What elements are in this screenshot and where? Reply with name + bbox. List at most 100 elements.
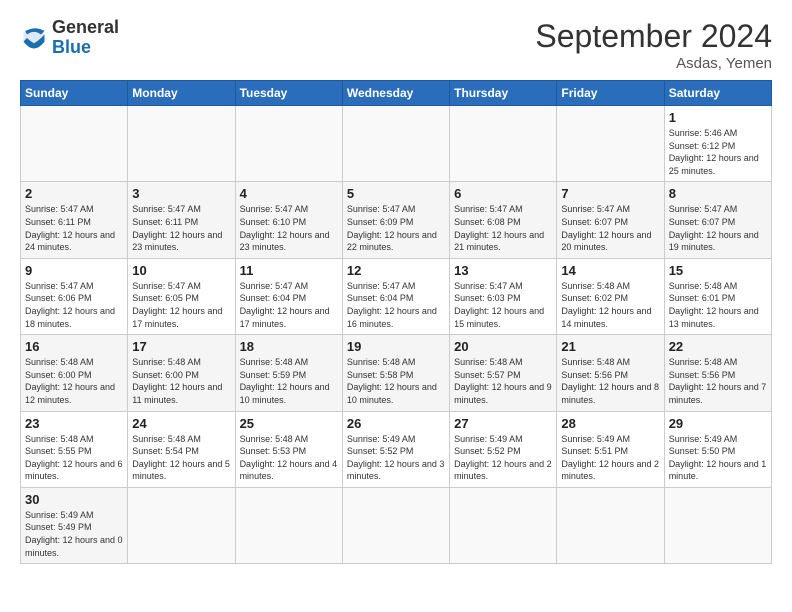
calendar-week-2: 9 Sunrise: 5:47 AM Sunset: 6:06 PM Daylig… xyxy=(21,258,772,334)
day-number: 6 xyxy=(454,186,552,201)
day-info: Sunrise: 5:48 AM Sunset: 5:55 PM Dayligh… xyxy=(25,433,123,483)
calendar-cell xyxy=(664,487,771,563)
calendar-cell: 18 Sunrise: 5:48 AM Sunset: 5:59 PM Dayli… xyxy=(235,335,342,411)
calendar-cell: 7 Sunrise: 5:47 AM Sunset: 6:07 PM Daylig… xyxy=(557,182,664,258)
day-info: Sunrise: 5:48 AM Sunset: 5:56 PM Dayligh… xyxy=(669,356,767,406)
day-info: Sunrise: 5:49 AM Sunset: 5:52 PM Dayligh… xyxy=(347,433,445,483)
calendar-cell: 8Sunrise: 5:47 AM Sunset: 6:07 PM Daylig… xyxy=(664,182,771,258)
calendar-cell: 21Sunrise: 5:48 AM Sunset: 5:56 PM Dayli… xyxy=(557,335,664,411)
calendar-cell: 9 Sunrise: 5:47 AM Sunset: 6:06 PM Daylig… xyxy=(21,258,128,334)
header: General Blue September 2024 Asdas, Yemen xyxy=(20,18,772,72)
day-info: Sunrise: 5:46 AM Sunset: 6:12 PM Dayligh… xyxy=(669,127,767,177)
day-info: Sunrise: 5:48 AM Sunset: 6:00 PM Dayligh… xyxy=(25,356,123,406)
day-info: Sunrise: 5:48 AM Sunset: 5:59 PM Dayligh… xyxy=(240,356,338,406)
day-number: 30 xyxy=(25,492,123,507)
calendar-cell: 16 Sunrise: 5:48 AM Sunset: 6:00 PM Dayli… xyxy=(21,335,128,411)
header-saturday: Saturday xyxy=(664,81,771,106)
day-number: 15 xyxy=(669,263,767,278)
calendar-body: 1Sunrise: 5:46 AM Sunset: 6:12 PM Daylig… xyxy=(21,106,772,564)
day-number: 22 xyxy=(669,339,767,354)
day-info: Sunrise: 5:47 AM Sunset: 6:10 PM Dayligh… xyxy=(240,203,338,253)
day-number: 21 xyxy=(561,339,659,354)
day-number: 7 xyxy=(561,186,659,201)
calendar-cell: 28 Sunrise: 5:49 AM Sunset: 5:51 PM Dayli… xyxy=(557,411,664,487)
day-info: Sunrise: 5:48 AM Sunset: 5:57 PM Dayligh… xyxy=(454,356,552,406)
header-row: Sunday Monday Tuesday Wednesday Thursday… xyxy=(21,81,772,106)
calendar-cell xyxy=(21,106,128,182)
logo-blue: Blue xyxy=(52,37,91,57)
location: Asdas, Yemen xyxy=(535,55,772,72)
calendar-cell: 15 Sunrise: 5:48 AM Sunset: 6:01 PM Dayli… xyxy=(664,258,771,334)
day-number: 3 xyxy=(132,186,230,201)
calendar-cell xyxy=(342,106,449,182)
day-info: Sunrise: 5:47 AM Sunset: 6:04 PM Dayligh… xyxy=(347,280,445,330)
day-number: 23 xyxy=(25,416,123,431)
header-monday: Monday xyxy=(128,81,235,106)
calendar-cell xyxy=(128,487,235,563)
calendar-cell: 30Sunrise: 5:49 AM Sunset: 5:49 PM Dayli… xyxy=(21,487,128,563)
calendar-cell: 26 Sunrise: 5:49 AM Sunset: 5:52 PM Dayli… xyxy=(342,411,449,487)
calendar-cell xyxy=(128,106,235,182)
calendar-week-0: 1Sunrise: 5:46 AM Sunset: 6:12 PM Daylig… xyxy=(21,106,772,182)
day-info: Sunrise: 5:47 AM Sunset: 6:05 PM Dayligh… xyxy=(132,280,230,330)
day-number: 5 xyxy=(347,186,445,201)
logo: General Blue xyxy=(20,18,119,58)
day-info: Sunrise: 5:48 AM Sunset: 5:58 PM Dayligh… xyxy=(347,356,445,406)
calendar-cell xyxy=(557,106,664,182)
day-info: Sunrise: 5:49 AM Sunset: 5:52 PM Dayligh… xyxy=(454,433,552,483)
calendar-cell xyxy=(450,487,557,563)
calendar-cell: 10Sunrise: 5:47 AM Sunset: 6:05 PM Dayli… xyxy=(128,258,235,334)
calendar-cell xyxy=(235,106,342,182)
calendar-cell: 25Sunrise: 5:48 AM Sunset: 5:53 PM Dayli… xyxy=(235,411,342,487)
day-number: 19 xyxy=(347,339,445,354)
day-info: Sunrise: 5:47 AM Sunset: 6:09 PM Dayligh… xyxy=(347,203,445,253)
calendar-cell: 22 Sunrise: 5:48 AM Sunset: 5:56 PM Dayli… xyxy=(664,335,771,411)
day-info: Sunrise: 5:49 AM Sunset: 5:51 PM Dayligh… xyxy=(561,433,659,483)
logo-general: General xyxy=(52,17,119,37)
calendar-cell: 19 Sunrise: 5:48 AM Sunset: 5:58 PM Dayli… xyxy=(342,335,449,411)
day-number: 16 xyxy=(25,339,123,354)
calendar-table: Sunday Monday Tuesday Wednesday Thursday… xyxy=(20,80,772,564)
header-friday: Friday xyxy=(557,81,664,106)
day-number: 24 xyxy=(132,416,230,431)
day-info: Sunrise: 5:48 AM Sunset: 6:01 PM Dayligh… xyxy=(669,280,767,330)
day-number: 28 xyxy=(561,416,659,431)
day-number: 18 xyxy=(240,339,338,354)
calendar-cell: 29Sunrise: 5:49 AM Sunset: 5:50 PM Dayli… xyxy=(664,411,771,487)
calendar-cell: 12 Sunrise: 5:47 AM Sunset: 6:04 PM Dayli… xyxy=(342,258,449,334)
calendar-cell xyxy=(557,487,664,563)
day-number: 9 xyxy=(25,263,123,278)
day-info: Sunrise: 5:48 AM Sunset: 6:00 PM Dayligh… xyxy=(132,356,230,406)
day-number: 12 xyxy=(347,263,445,278)
logo-text: General Blue xyxy=(52,18,119,58)
calendar-cell: 27Sunrise: 5:49 AM Sunset: 5:52 PM Dayli… xyxy=(450,411,557,487)
calendar-week-3: 16 Sunrise: 5:48 AM Sunset: 6:00 PM Dayli… xyxy=(21,335,772,411)
calendar-cell: 11 Sunrise: 5:47 AM Sunset: 6:04 PM Dayli… xyxy=(235,258,342,334)
day-number: 26 xyxy=(347,416,445,431)
calendar-header: Sunday Monday Tuesday Wednesday Thursday… xyxy=(21,81,772,106)
day-info: Sunrise: 5:48 AM Sunset: 5:54 PM Dayligh… xyxy=(132,433,230,483)
header-tuesday: Tuesday xyxy=(235,81,342,106)
day-info: Sunrise: 5:48 AM Sunset: 6:02 PM Dayligh… xyxy=(561,280,659,330)
day-number: 17 xyxy=(132,339,230,354)
day-info: Sunrise: 5:47 AM Sunset: 6:08 PM Dayligh… xyxy=(454,203,552,253)
calendar-cell xyxy=(235,487,342,563)
day-number: 2 xyxy=(25,186,123,201)
calendar-cell: 13Sunrise: 5:47 AM Sunset: 6:03 PM Dayli… xyxy=(450,258,557,334)
calendar-cell: 24 Sunrise: 5:48 AM Sunset: 5:54 PM Dayli… xyxy=(128,411,235,487)
calendar-week-1: 2 Sunrise: 5:47 AM Sunset: 6:11 PM Daylig… xyxy=(21,182,772,258)
day-info: Sunrise: 5:47 AM Sunset: 6:07 PM Dayligh… xyxy=(561,203,659,253)
day-info: Sunrise: 5:47 AM Sunset: 6:06 PM Dayligh… xyxy=(25,280,123,330)
calendar-cell: 17 Sunrise: 5:48 AM Sunset: 6:00 PM Dayli… xyxy=(128,335,235,411)
header-thursday: Thursday xyxy=(450,81,557,106)
title-block: September 2024 Asdas, Yemen xyxy=(535,18,772,72)
day-info: Sunrise: 5:47 AM Sunset: 6:04 PM Dayligh… xyxy=(240,280,338,330)
calendar-cell: 23 Sunrise: 5:48 AM Sunset: 5:55 PM Dayli… xyxy=(21,411,128,487)
header-wednesday: Wednesday xyxy=(342,81,449,106)
calendar-cell: 4Sunrise: 5:47 AM Sunset: 6:10 PM Daylig… xyxy=(235,182,342,258)
logo-icon xyxy=(20,24,48,52)
day-number: 13 xyxy=(454,263,552,278)
calendar-cell: 5 Sunrise: 5:47 AM Sunset: 6:09 PM Daylig… xyxy=(342,182,449,258)
day-info: Sunrise: 5:47 AM Sunset: 6:11 PM Dayligh… xyxy=(25,203,123,253)
day-number: 11 xyxy=(240,263,338,278)
